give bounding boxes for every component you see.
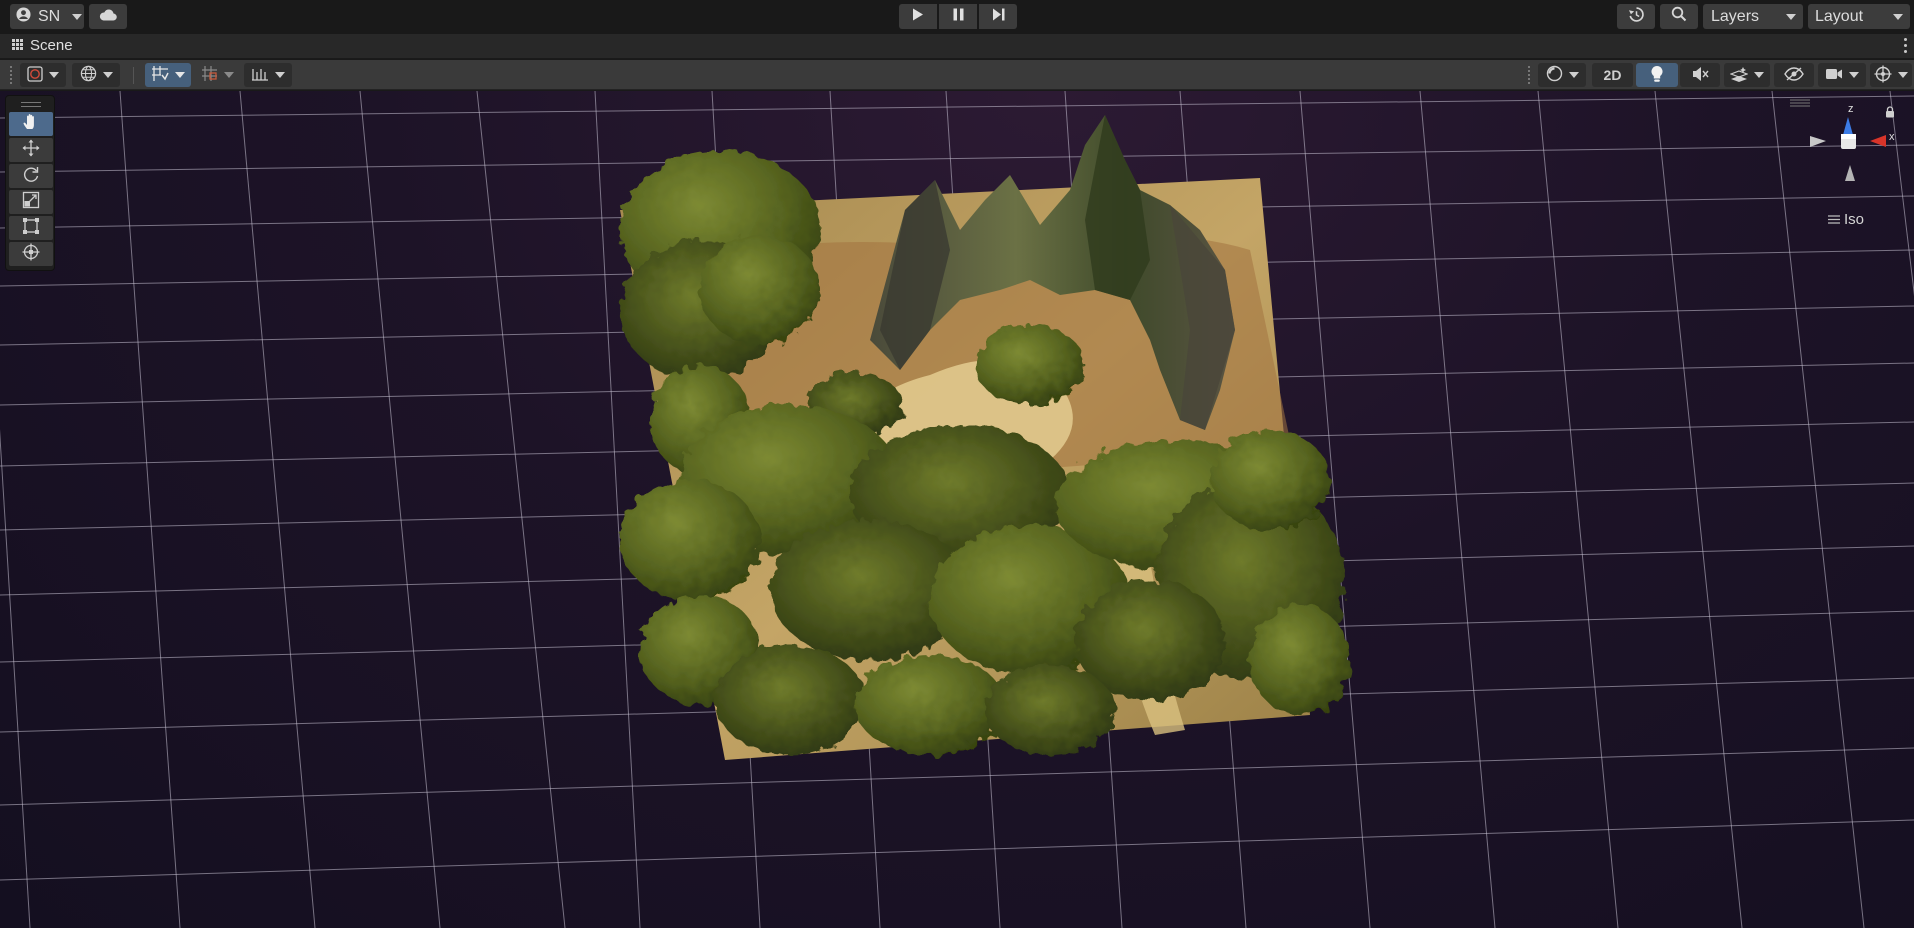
account-label: SN	[38, 7, 61, 25]
layers-dropdown[interactable]: Layers	[1703, 4, 1803, 29]
history-button[interactable]	[1617, 4, 1655, 29]
ruler-icon	[251, 67, 269, 84]
visibility-toggle[interactable]	[1774, 63, 1814, 87]
search-icon	[1671, 6, 1687, 27]
audio-toggle[interactable]	[1680, 63, 1720, 87]
step-icon	[992, 8, 1005, 26]
ruler-dropdown[interactable]	[244, 63, 292, 87]
mode-2d-toggle[interactable]: 2D	[1592, 63, 1633, 87]
chevron-down-icon	[1568, 72, 1579, 78]
gizmos-dropdown[interactable]	[1870, 63, 1912, 87]
pause-icon	[953, 8, 964, 26]
layout-dropdown[interactable]: Layout	[1808, 4, 1910, 29]
scene-toolbar: 2D	[0, 60, 1914, 90]
projection-label: Iso	[1844, 211, 1865, 228]
pause-button[interactable]	[939, 4, 977, 29]
layout-label: Layout	[1815, 7, 1864, 25]
lighting-icon	[1650, 65, 1664, 86]
cloud-button[interactable]	[89, 4, 127, 29]
rect-tool-button[interactable]	[9, 216, 53, 240]
chevron-down-icon	[223, 72, 234, 78]
transform-tool-button[interactable]	[9, 242, 53, 266]
chevron-down-icon	[102, 72, 113, 78]
mode-2d-label: 2D	[1603, 67, 1622, 83]
hand-tool-button[interactable]	[9, 112, 53, 136]
chevron-down-icon	[1754, 72, 1764, 78]
hand-icon	[22, 113, 40, 136]
playback-controls	[899, 4, 1017, 29]
draw-mode-icon	[1546, 65, 1563, 85]
account-circle-icon	[16, 6, 31, 27]
toolbar-grip	[1528, 66, 1530, 84]
scale-tool-button[interactable]	[9, 190, 53, 214]
audio-icon	[1691, 66, 1709, 85]
rotate-tool-button[interactable]	[9, 164, 53, 188]
palette-grip[interactable]	[21, 102, 41, 107]
chevron-down-icon	[1893, 13, 1903, 20]
move-tool-button[interactable]	[9, 138, 53, 162]
transform-icon	[22, 243, 40, 266]
effects-dropdown[interactable]	[1724, 63, 1770, 87]
camera-dropdown[interactable]	[1818, 63, 1866, 87]
visibility-icon	[1784, 66, 1804, 84]
scene-viewport[interactable]: z x Iso	[0, 91, 1914, 928]
rect-transform-icon	[22, 217, 40, 240]
gizmos-icon	[1874, 65, 1892, 86]
move-icon	[22, 139, 40, 162]
scene-grid	[0, 91, 1914, 928]
orientation-gizmo[interactable]: z x	[1810, 103, 1910, 213]
cloud-icon	[99, 8, 117, 26]
camera-icon	[1825, 67, 1843, 83]
chevron-down-icon	[1786, 13, 1796, 20]
lighting-toggle[interactable]	[1636, 63, 1678, 87]
global-pivot-icon	[80, 65, 97, 85]
tab-scene[interactable]: Scene	[12, 37, 73, 54]
grid-snap-icon	[151, 65, 169, 85]
neg-z-axis-cone[interactable]	[1845, 165, 1855, 181]
chevron-down-icon	[72, 13, 83, 20]
snap-increment-dropdown[interactable]	[196, 63, 238, 87]
rotate-icon	[22, 165, 40, 188]
gizmo-menu-icon[interactable]	[1790, 94, 1810, 112]
neg-x-axis-cone[interactable]	[1810, 136, 1826, 147]
scene-tab-strip: Scene	[0, 34, 1914, 59]
chevron-down-icon	[1898, 72, 1908, 78]
history-icon	[1628, 6, 1645, 28]
top-app-bar: SN Layers Layout	[0, 0, 1914, 34]
x-axis-cone[interactable]	[1870, 135, 1886, 147]
gizmo-z-label: z	[1848, 103, 1854, 115]
effects-icon	[1729, 66, 1749, 85]
grid-snap-toggle[interactable]	[145, 63, 191, 87]
tab-menu-icon[interactable]	[1904, 38, 1908, 53]
tab-scene-label: Scene	[30, 37, 73, 54]
tool-palette	[5, 95, 55, 271]
scale-icon	[22, 191, 40, 214]
tool-handle-dropdown[interactable]	[20, 63, 66, 87]
snap-increment-icon	[201, 65, 218, 85]
search-button[interactable]	[1660, 4, 1698, 29]
draw-mode-dropdown[interactable]	[1538, 63, 1586, 87]
projection-toggle[interactable]: Iso	[1828, 211, 1864, 228]
toolbar-separator	[133, 67, 134, 84]
chevron-down-icon	[175, 72, 185, 78]
chevron-down-icon	[1849, 72, 1859, 78]
layers-label: Layers	[1711, 7, 1760, 25]
step-button[interactable]	[979, 4, 1017, 29]
account-dropdown[interactable]: SN	[10, 4, 84, 29]
chevron-down-icon	[275, 72, 285, 78]
grid-tab-icon	[12, 37, 23, 54]
menu-lines-icon	[1828, 215, 1840, 224]
chevron-down-icon	[49, 72, 59, 78]
play-button[interactable]	[899, 4, 937, 29]
play-icon	[912, 8, 924, 26]
tool-handle-icon	[27, 65, 43, 85]
global-pivot-dropdown[interactable]	[72, 63, 120, 87]
gizmo-x-label: x	[1889, 131, 1895, 143]
toolbar-grip	[10, 66, 12, 84]
gizmo-cube-top	[1841, 134, 1856, 139]
z-axis-cone[interactable]	[1843, 117, 1853, 135]
